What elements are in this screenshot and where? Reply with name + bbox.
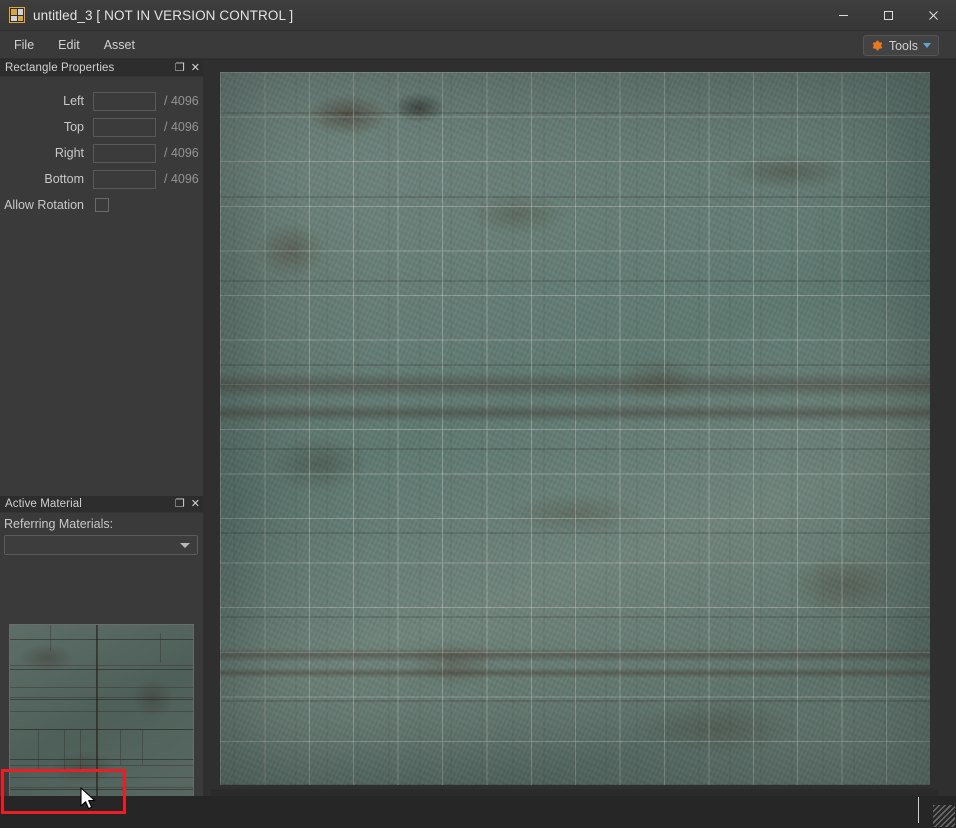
thumb-panel-line <box>50 625 51 651</box>
rectangle-properties-panel: Rectangle Properties ❐ ✕ Left / 4096 Top… <box>0 60 203 496</box>
thumb-panel-line <box>10 777 193 778</box>
texture-streak-band <box>220 372 930 398</box>
thumb-panel-line <box>38 729 39 769</box>
bottom-suffix: / 4096 <box>164 172 199 186</box>
close-icon[interactable]: ✕ <box>191 63 200 74</box>
texture-noise-overlay <box>220 72 930 785</box>
thumb-panel-line <box>10 687 193 688</box>
rectangle-properties-header: Rectangle Properties ❐ ✕ <box>0 60 203 77</box>
close-icon[interactable]: ✕ <box>191 499 200 510</box>
dock-gap-right <box>938 60 956 796</box>
resize-grip[interactable] <box>933 805 955 827</box>
panel-title: Rectangle Properties <box>5 62 115 74</box>
thumb-panel-line <box>10 787 193 788</box>
close-icon <box>929 11 938 20</box>
window-controls <box>821 0 956 31</box>
application-window: untitled_3 [ NOT IN VERSION CONTROL ] Fi… <box>0 0 956 828</box>
menu-item-asset[interactable]: Asset <box>94 34 145 56</box>
active-material-header: Active Material ❐ ✕ <box>0 496 203 513</box>
thumb-panel-line <box>142 729 143 765</box>
label-allow-rotation: Allow Rotation <box>4 198 84 212</box>
material-preview-texture <box>10 625 193 808</box>
status-separator <box>918 797 919 823</box>
maximize-button[interactable] <box>866 0 911 31</box>
gear-icon <box>871 39 884 52</box>
atlas-texture-image[interactable] <box>220 72 930 785</box>
thumb-panel-line <box>120 729 121 765</box>
rectangle-properties-fields: Left / 4096 Top / 4096 Right / 4096 Bott… <box>0 77 203 218</box>
bottom-input[interactable] <box>93 169 156 189</box>
thumb-panel-line <box>80 729 81 769</box>
right-input[interactable] <box>93 143 156 163</box>
panel-title: Active Material <box>5 498 82 510</box>
referring-materials-label: Referring Materials: <box>4 517 114 531</box>
dock-splitter-vertical[interactable] <box>203 60 211 796</box>
allow-rotation-checkbox[interactable] <box>95 198 109 212</box>
status-bar <box>0 796 956 828</box>
menu-item-edit[interactable]: Edit <box>48 34 90 56</box>
texture-streak-band <box>220 668 930 678</box>
title-bar: untitled_3 [ NOT IN VERSION CONTROL ] <box>0 0 956 31</box>
label-bottom: Bottom <box>44 172 84 186</box>
thumb-panel-line <box>10 697 193 698</box>
material-preview-thumbnail[interactable] <box>9 624 194 809</box>
thumb-panel-line <box>64 729 65 769</box>
field-row-right: Right / 4096 <box>0 140 203 166</box>
top-suffix: / 4096 <box>164 120 199 134</box>
undock-icon[interactable]: ❐ <box>175 63 185 74</box>
referring-materials-dropdown[interactable] <box>4 535 198 555</box>
menu-item-file[interactable]: File <box>4 34 44 56</box>
chevron-down-icon <box>180 542 190 548</box>
tools-label: Tools <box>888 38 918 53</box>
app-icon <box>9 7 25 23</box>
label-right: Right <box>54 146 84 160</box>
undock-icon[interactable]: ❐ <box>175 499 185 510</box>
texture-streak-band <box>220 648 930 662</box>
minimize-button[interactable] <box>821 0 866 31</box>
minimize-icon <box>839 15 848 16</box>
field-row-allow-rotation: Allow Rotation <box>0 192 203 218</box>
field-row-top: Top / 4096 <box>0 114 203 140</box>
thumb-panel-line <box>10 665 193 666</box>
window-title: untitled_3 [ NOT IN VERSION CONTROL ] <box>33 7 294 23</box>
thumb-panel-line <box>10 711 193 712</box>
texture-atlas-viewport[interactable] <box>211 68 938 789</box>
maximize-icon <box>884 11 893 20</box>
menu-bar: File Edit Asset Tools <box>0 31 956 59</box>
right-suffix: / 4096 <box>164 146 199 160</box>
thumb-panel-line <box>96 625 97 808</box>
tools-button[interactable]: Tools <box>862 35 939 56</box>
field-row-bottom: Bottom / 4096 <box>0 166 203 192</box>
label-left: Left <box>63 94 84 108</box>
dock-gap-top <box>203 60 956 68</box>
chevron-down-icon <box>923 43 931 48</box>
texture-streak-band <box>220 404 930 422</box>
field-row-left: Left / 4096 <box>0 88 203 114</box>
left-input[interactable] <box>93 91 156 111</box>
left-dock: Rectangle Properties ❐ ✕ Left / 4096 Top… <box>0 60 203 828</box>
label-top: Top <box>63 120 84 134</box>
left-suffix: / 4096 <box>164 94 199 108</box>
close-button[interactable] <box>911 0 956 31</box>
top-input[interactable] <box>93 117 156 137</box>
thumb-panel-line <box>160 633 161 663</box>
active-material-panel: Active Material ❐ ✕ Referring Materials: <box>0 496 203 828</box>
